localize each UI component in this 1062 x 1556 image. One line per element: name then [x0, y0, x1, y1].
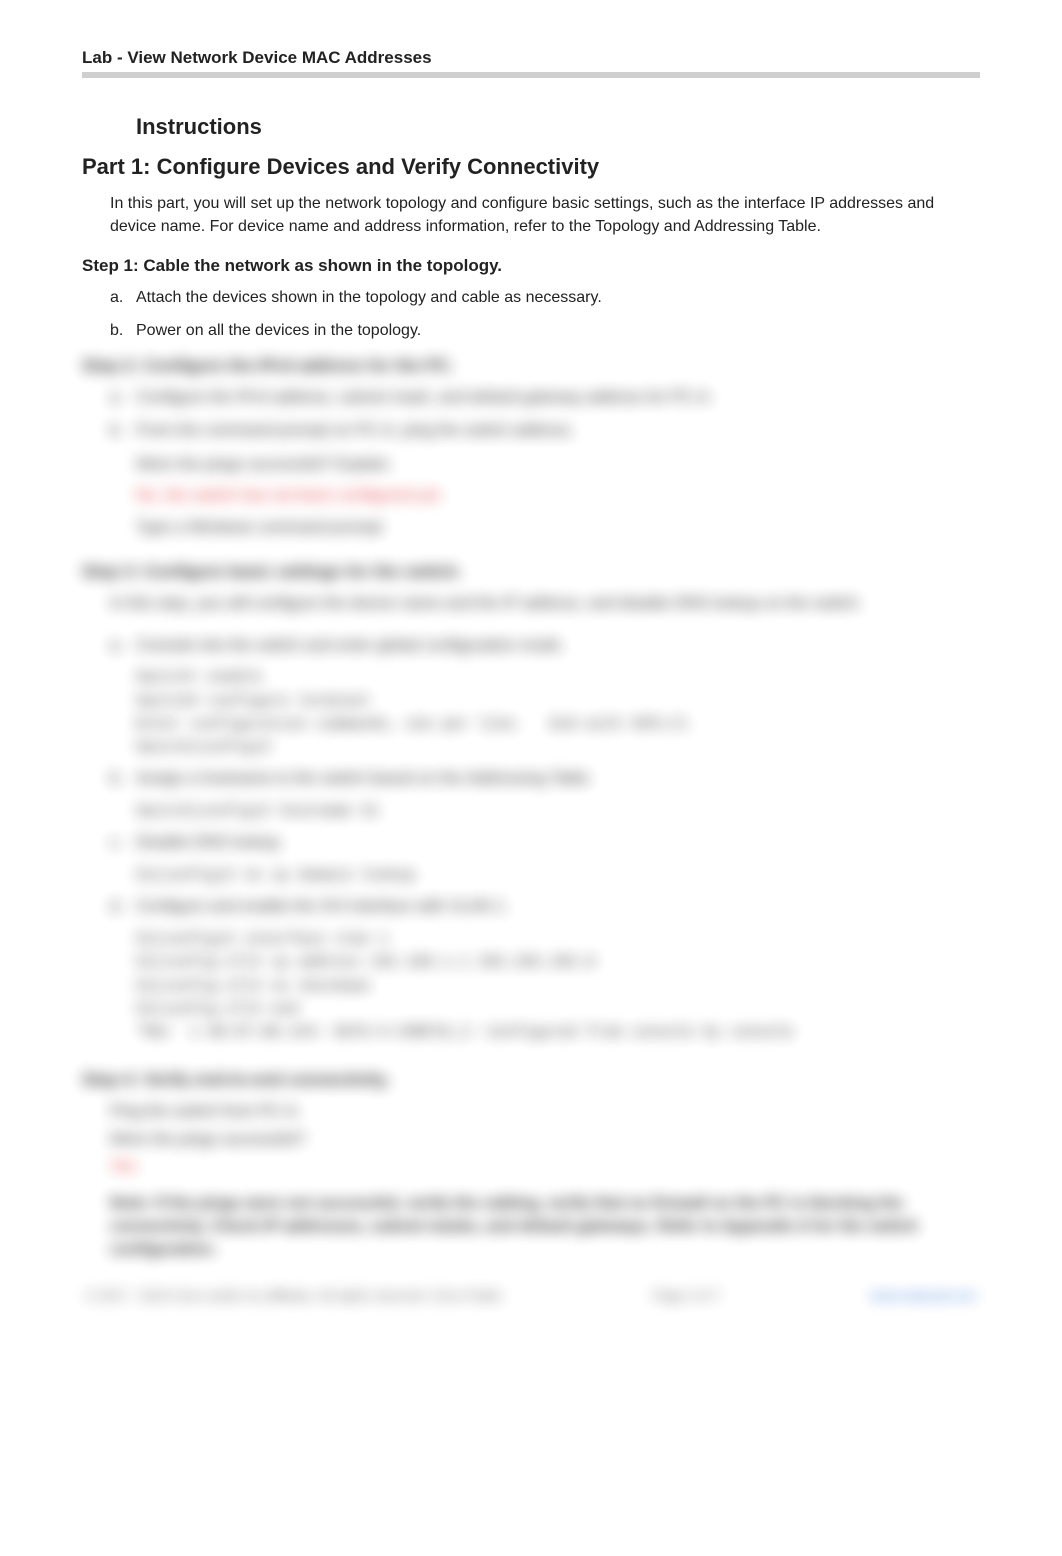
- step2-question: Were the pings successful? Explain.: [136, 452, 980, 478]
- list-marker: d.: [110, 895, 123, 920]
- footer-left: © 2017 - 2019 Cisco and/or its affiliate…: [86, 1288, 502, 1303]
- list-item: a. Configure the IPv4 address, subnet ma…: [110, 386, 980, 411]
- code-block-a: Switch> enable Switch# configure termina…: [136, 666, 980, 759]
- list-marker: a.: [110, 386, 123, 411]
- list-item: b. Power on all the devices in the topol…: [110, 319, 980, 344]
- list-marker: a.: [110, 286, 123, 311]
- step3-heading: Step 3: Configure basic settings for the…: [82, 562, 980, 582]
- list-text: Configure and enable the SVI interface w…: [136, 898, 509, 915]
- list-text: Configure the IPv4 address, subnet mask,…: [136, 389, 713, 406]
- footer-center: Page 2 of 7: [653, 1288, 720, 1303]
- step4-line1: Ping the switch from PC-A.: [110, 1100, 980, 1123]
- list-item: b. From the command prompt on PC-A, ping…: [110, 419, 980, 444]
- step1-list: a. Attach the devices shown in the topol…: [110, 286, 980, 344]
- step2-list: a. Configure the IPv4 address, subnet ma…: [110, 386, 980, 444]
- list-marker: b.: [110, 419, 123, 444]
- list-item: c. Disable DNS lookup.: [110, 831, 980, 856]
- step3-list: a. Console into the switch and enter glo…: [110, 634, 980, 659]
- list-text: Console into the switch and enter global…: [136, 637, 565, 654]
- step4-answer: Yes: [110, 1155, 980, 1178]
- locked-content: Step 2: Configure the IPv4 address for t…: [82, 356, 980, 1303]
- part-heading: Part 1: Configure Devices and Verify Con…: [82, 154, 980, 180]
- step3-list-b: b. Assign a hostname to the switch based…: [110, 767, 980, 792]
- step4-note: Note: If the pings were not successful, …: [110, 1192, 980, 1262]
- step3-intro: In this step, you will configure the dev…: [110, 592, 980, 615]
- list-text: Power on all the devices in the topology…: [136, 322, 421, 339]
- part-intro: In this part, you will set up the networ…: [110, 192, 980, 238]
- step3-list-d: d. Configure and enable the SVI interfac…: [110, 895, 980, 920]
- list-item: b. Assign a hostname to the switch based…: [110, 767, 980, 792]
- list-text: Assign a hostname to the switch based on…: [136, 770, 593, 787]
- list-item: a. Attach the devices shown in the topol…: [110, 286, 980, 311]
- step2-answer: No, the switch has not been configured y…: [136, 483, 980, 509]
- list-marker: a.: [110, 634, 123, 659]
- code-block-b: Switch(config)# hostname S1: [136, 800, 980, 823]
- list-text: From the command prompt on PC-A, ping th…: [136, 422, 574, 439]
- document-title: Lab - View Network Device MAC Addresses: [82, 48, 980, 72]
- header-rule: [82, 72, 980, 78]
- step3-list-c: c. Disable DNS lookup.: [110, 831, 980, 856]
- step2-heading: Step 2: Configure the IPv4 address for t…: [82, 356, 980, 376]
- list-marker: c.: [110, 831, 122, 856]
- document-header: Lab - View Network Device MAC Addresses: [82, 48, 980, 78]
- step4-heading: Step 4: Verify end-to-end connectivity.: [82, 1070, 980, 1090]
- step4-line2: Were the pings successful?: [110, 1128, 980, 1151]
- code-block-c: S1(config)# no ip domain-lookup: [136, 864, 980, 887]
- list-marker: b.: [110, 767, 123, 792]
- list-text: Disable DNS lookup.: [136, 834, 284, 851]
- list-item: d. Configure and enable the SVI interfac…: [110, 895, 980, 920]
- list-text: Attach the devices shown in the topology…: [136, 289, 602, 306]
- list-item: a. Console into the switch and enter glo…: [110, 634, 980, 659]
- page-footer: © 2017 - 2019 Cisco and/or its affiliate…: [82, 1288, 980, 1303]
- footer-right: www.netacad.com: [871, 1288, 977, 1303]
- list-marker: b.: [110, 319, 123, 344]
- step1-heading: Step 1: Cable the network as shown in th…: [82, 256, 980, 276]
- step2-hint: Type a Windows command prompt: [136, 515, 980, 541]
- code-block-d: S1(config)# interface vlan 1 S1(config-i…: [136, 928, 980, 1044]
- instructions-heading: Instructions: [136, 114, 980, 140]
